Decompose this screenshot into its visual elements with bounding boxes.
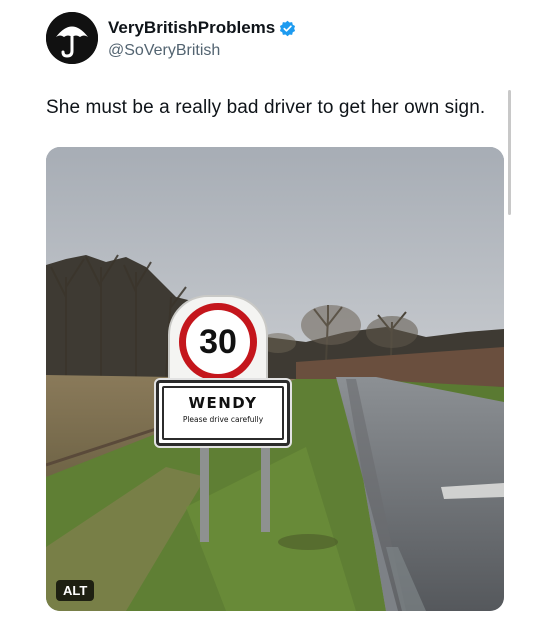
village-name-sign: WENDY Please drive carefully [156,380,290,446]
verified-badge-icon [280,20,296,36]
umbrella-icon [46,12,98,64]
alt-text-button[interactable]: ALT [56,580,95,601]
handle[interactable]: @SoVeryBritish [108,42,220,60]
speed-limit-sign: 30 [168,295,268,387]
avatar[interactable] [46,12,98,64]
tweet: VeryBritishProblems @SoVeryBritish She m… [0,0,550,622]
scrollbar-thumb[interactable] [508,90,511,215]
author-name-row: VeryBritishProblems [108,18,296,38]
village-note: Please drive carefully [182,415,264,424]
road-scene-photo [46,147,504,611]
tweet-photo[interactable]: 30 WENDY Please drive carefully ALT [46,147,504,611]
display-name[interactable]: VeryBritishProblems [108,18,275,38]
village-name: WENDY [188,394,258,412]
speed-limit-value: 30 [179,303,257,381]
tweet-text: She must be a really bad driver to get h… [46,97,486,118]
